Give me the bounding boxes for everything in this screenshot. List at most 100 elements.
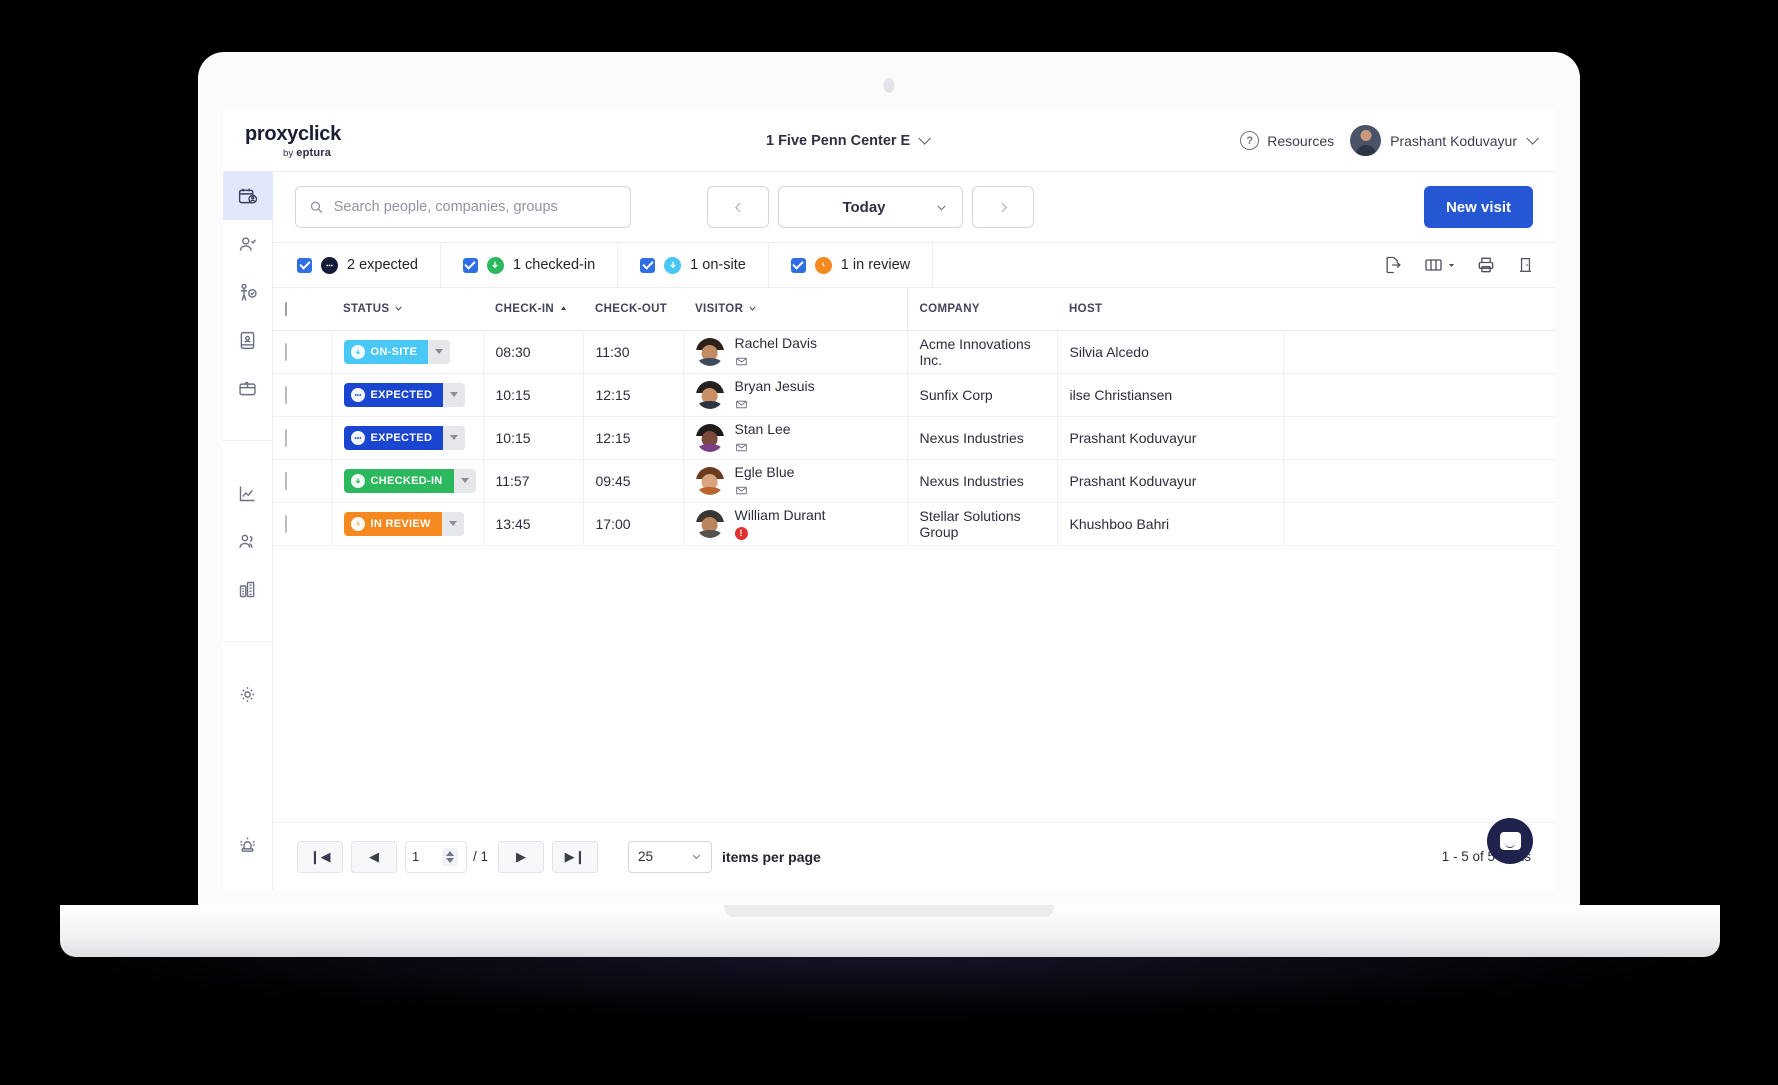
column-header-checkout[interactable]: CHECK-OUT — [583, 288, 683, 330]
row-select-cell — [273, 459, 331, 502]
page-number-input[interactable] — [412, 849, 442, 864]
column-header-status[interactable]: STATUS — [331, 288, 483, 330]
filter-chip-expected[interactable]: 2 expected — [273, 243, 441, 287]
date-range-select[interactable]: Today — [778, 186, 963, 228]
envelope-icon — [735, 441, 748, 454]
column-header-company[interactable]: COMPANY — [907, 288, 1057, 330]
status-dropdown-caret[interactable] — [428, 340, 450, 364]
envelope-icon — [735, 398, 748, 411]
filter-chip-on-site[interactable]: 1 on-site — [618, 243, 769, 287]
checkbox-checked-icon[interactable] — [463, 258, 478, 273]
status-badge[interactable]: EXPECTED — [344, 426, 466, 450]
new-visit-button[interactable]: New visit — [1424, 186, 1533, 228]
status-dropdown-caret[interactable] — [454, 469, 476, 493]
filter-chip-checked-in[interactable]: 1 checked-in — [441, 243, 618, 287]
row-visitor-cell: Rachel Davis — [683, 330, 907, 373]
visitor-name: William Durant — [735, 507, 826, 523]
sidebar-item-directory[interactable] — [223, 316, 273, 364]
column-header-company-label: COMPANY — [920, 303, 980, 315]
row-checkbox[interactable] — [285, 343, 287, 361]
table-row[interactable]: IN REVIEW 13:45 17:00 — [273, 502, 1555, 545]
laptop-shadow — [40, 950, 1740, 1020]
sidebar-item-deliveries[interactable] — [223, 364, 273, 412]
row-select-cell — [273, 502, 331, 545]
column-header-checkin[interactable]: CHECK-IN — [483, 288, 583, 330]
sidebar-item-emergency[interactable] — [223, 820, 273, 868]
row-checkbox[interactable] — [285, 386, 287, 404]
status-badge-body: EXPECTED — [344, 426, 444, 450]
row-checkbox[interactable] — [285, 515, 287, 533]
intercom-chat-button[interactable] — [1487, 818, 1533, 864]
topbar-right-group: ? Resources Prashant Koduvayur — [1240, 125, 1555, 156]
evacuation-door-icon[interactable] — [1516, 255, 1535, 275]
user-menu[interactable]: Prashant Koduvayur — [1350, 125, 1535, 156]
items-per-page-select[interactable]: 25 — [628, 841, 712, 873]
site-selector[interactable]: 1 Five Penn Center E — [453, 133, 1240, 149]
status-badge[interactable]: IN REVIEW — [344, 512, 464, 536]
arrow-down-circle-icon — [351, 474, 365, 488]
checkbox-checked-icon[interactable] — [640, 258, 655, 273]
sidebar-item-analytics[interactable] — [223, 469, 273, 517]
calendar-person-icon — [237, 186, 258, 207]
sidebar-item-employees[interactable] — [223, 220, 273, 268]
visitor-status-row — [735, 398, 815, 411]
visitor-status-row — [735, 484, 795, 497]
table-row[interactable]: EXPECTED 10:15 12:15 — [273, 373, 1555, 416]
chevron-down-icon — [1447, 261, 1456, 270]
row-checkin-cell: 10:15 — [483, 373, 583, 416]
columns-icon[interactable] — [1423, 255, 1456, 275]
sidebar-item-visits[interactable] — [223, 172, 273, 220]
search-box[interactable] — [295, 186, 631, 228]
status-dropdown-caret[interactable] — [443, 383, 465, 407]
row-checkout-cell: 17:00 — [583, 502, 683, 545]
checkbox-checked-icon[interactable] — [297, 258, 312, 273]
first-page-button[interactable]: ❙◀ — [297, 841, 343, 873]
status-dropdown-caret[interactable] — [442, 512, 464, 536]
row-company-cell: Stellar Solutions Group — [907, 502, 1057, 545]
row-company-cell: Acme Innovations Inc. — [907, 330, 1057, 373]
resources-button[interactable]: ? Resources — [1240, 131, 1334, 150]
select-all-checkbox[interactable] — [285, 302, 287, 316]
search-input[interactable] — [334, 199, 617, 215]
row-checkbox[interactable] — [285, 429, 287, 447]
logo-proxyclick: proxyclick — [245, 123, 453, 146]
prev-day-button[interactable] — [707, 186, 769, 228]
dots-circle-icon — [351, 388, 365, 402]
table-row[interactable]: CHECKED-IN 11:57 09:45 — [273, 459, 1555, 502]
status-badge[interactable]: CHECKED-IN — [344, 469, 476, 493]
sidebar-item-people[interactable] — [223, 517, 273, 565]
table-row[interactable]: ON-SITE 08:30 11:30 — [273, 330, 1555, 373]
page-number-field[interactable] — [405, 841, 467, 873]
package-icon — [237, 378, 258, 399]
envelope-icon — [735, 484, 748, 497]
table-header: STATUS CHECK-IN C — [273, 288, 1555, 330]
status-badge[interactable]: ON-SITE — [344, 340, 451, 364]
sidebar-item-contractors[interactable] — [223, 268, 273, 316]
status-dropdown-caret[interactable] — [443, 426, 465, 450]
status-badge[interactable]: EXPECTED — [344, 383, 466, 407]
visits-table: STATUS CHECK-IN C — [273, 288, 1555, 546]
next-day-button[interactable] — [972, 186, 1034, 228]
checkbox-checked-icon[interactable] — [791, 258, 806, 273]
app-logo[interactable]: proxyclick by eptura — [223, 123, 453, 159]
filter-chip-in-review[interactable]: 1 in review — [769, 243, 933, 287]
table-row[interactable]: EXPECTED 10:15 12:15 — [273, 416, 1555, 459]
filter-chip-label: 1 in review — [841, 257, 910, 273]
items-per-page-label: items per page — [722, 849, 821, 865]
row-host-cell: Silvia Alcedo — [1057, 330, 1283, 373]
prev-page-button[interactable]: ◀ — [351, 841, 397, 873]
export-icon[interactable] — [1383, 255, 1403, 275]
sidebar-item-buildings[interactable] — [223, 565, 273, 613]
status-badge-body: ON-SITE — [344, 340, 429, 364]
chevron-down-icon — [918, 132, 931, 145]
next-page-button[interactable]: ▶ — [498, 841, 544, 873]
column-header-visitor[interactable]: VISITOR — [683, 288, 907, 330]
sidebar-item-settings[interactable] — [223, 670, 273, 718]
row-checkbox[interactable] — [285, 472, 287, 490]
filter-chip-label: 2 expected — [347, 257, 418, 273]
row-checkout-cell: 09:45 — [583, 459, 683, 502]
column-header-host[interactable]: HOST — [1057, 288, 1283, 330]
page-stepper[interactable] — [442, 848, 458, 866]
print-icon[interactable] — [1476, 255, 1496, 275]
last-page-button[interactable]: ▶❙ — [552, 841, 598, 873]
